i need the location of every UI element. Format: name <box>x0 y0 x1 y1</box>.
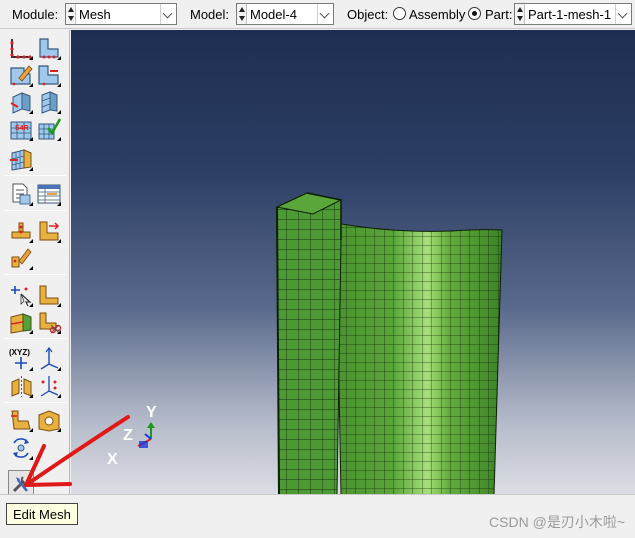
part-radio-label[interactable]: Part: <box>485 7 512 22</box>
view-triad: Y Z X <box>107 404 157 468</box>
delete-part-seeds-icon[interactable] <box>8 62 34 88</box>
edit-mesh-button[interactable] <box>8 470 34 496</box>
create-datum-csys-icon[interactable] <box>36 346 62 372</box>
edit-node-icon[interactable] <box>8 218 34 244</box>
verify-mesh-icon[interactable] <box>36 116 62 142</box>
module-value: Mesh <box>79 7 111 22</box>
mesh-canvas[interactable]: Y Z X <box>71 30 635 494</box>
toolbox-divider <box>4 175 66 176</box>
assign-mesh-controls-icon[interactable] <box>8 89 34 115</box>
seed-part-icon[interactable] <box>8 35 34 61</box>
mesh-stats-table-icon[interactable] <box>36 181 62 207</box>
model-value: Model-4 <box>250 7 297 22</box>
delete-edge-seeds-icon[interactable] <box>36 62 62 88</box>
module-spinner[interactable] <box>66 4 76 24</box>
toolbox-divider <box>4 338 66 339</box>
triad-y-label: Y <box>146 404 157 421</box>
mesh-flange-left[interactable] <box>275 192 343 494</box>
triad-z-label: Z <box>123 427 133 444</box>
toolbox-divider <box>4 210 66 211</box>
mirror-nodes-icon[interactable] <box>8 373 34 399</box>
viewport[interactable]: Y Z X <box>71 30 635 494</box>
offset-nodes-icon[interactable] <box>36 373 62 399</box>
assembly-radio-label[interactable]: Assembly <box>409 7 465 22</box>
edit-mesh-tooltip: Edit Mesh <box>6 503 78 525</box>
model-spinner[interactable] <box>237 4 247 24</box>
assign-element-type-icon[interactable] <box>36 89 62 115</box>
module-label: Module: <box>12 7 59 22</box>
create-mesh-part-icon[interactable] <box>8 181 34 207</box>
associate-mesh-geometry-icon[interactable] <box>36 407 62 433</box>
watermark: CSDN @是刃小木啦~ <box>489 514 625 530</box>
part-value: Part-1-mesh-1 <box>528 7 612 22</box>
seed-edges-icon[interactable] <box>36 35 62 61</box>
edit-mesh-element-icon[interactable] <box>8 245 34 271</box>
triad-x-label: X <box>107 451 118 468</box>
element-type-s4r-icon[interactable]: S4R <box>8 116 34 142</box>
part-spinner[interactable] <box>515 4 525 24</box>
adaptive-remesh-icon[interactable] <box>8 435 34 461</box>
chevron-down-icon[interactable] <box>615 4 631 24</box>
mesh-part-icon[interactable] <box>8 146 34 172</box>
xyz-label: (XYZ) <box>9 348 30 357</box>
svg-text:S4R: S4R <box>15 125 29 132</box>
module-combo[interactable]: Mesh <box>65 3 177 25</box>
context-bar: Module: Mesh Model: Model-4 Object: Asse… <box>0 0 635 29</box>
chevron-down-icon[interactable] <box>160 4 176 24</box>
object-label: Object: <box>347 7 389 22</box>
create-element-icon[interactable] <box>36 282 62 308</box>
mesh-region-icon[interactable] <box>8 309 34 335</box>
mesh-shell-right[interactable] <box>335 222 503 494</box>
offset-mesh-icon[interactable] <box>36 218 62 244</box>
split-mesh-icon[interactable] <box>36 309 62 335</box>
part-combo[interactable]: Part-1-mesh-1 <box>514 3 632 25</box>
create-bottom-up-mesh-icon[interactable] <box>8 407 34 433</box>
part-radio[interactable] <box>468 7 481 20</box>
chevron-down-icon[interactable] <box>317 4 333 24</box>
model-combo[interactable]: Model-4 <box>236 3 334 25</box>
create-node-xyz-icon[interactable]: (XYZ) <box>8 346 34 372</box>
model-label: Model: <box>190 7 230 22</box>
query-node-icon[interactable] <box>8 282 34 308</box>
toolbox-divider <box>4 274 66 275</box>
assembly-radio[interactable] <box>393 7 406 20</box>
toolbox-divider <box>4 402 66 403</box>
mesh-toolbox: S4R (XYZ) <box>0 30 70 496</box>
